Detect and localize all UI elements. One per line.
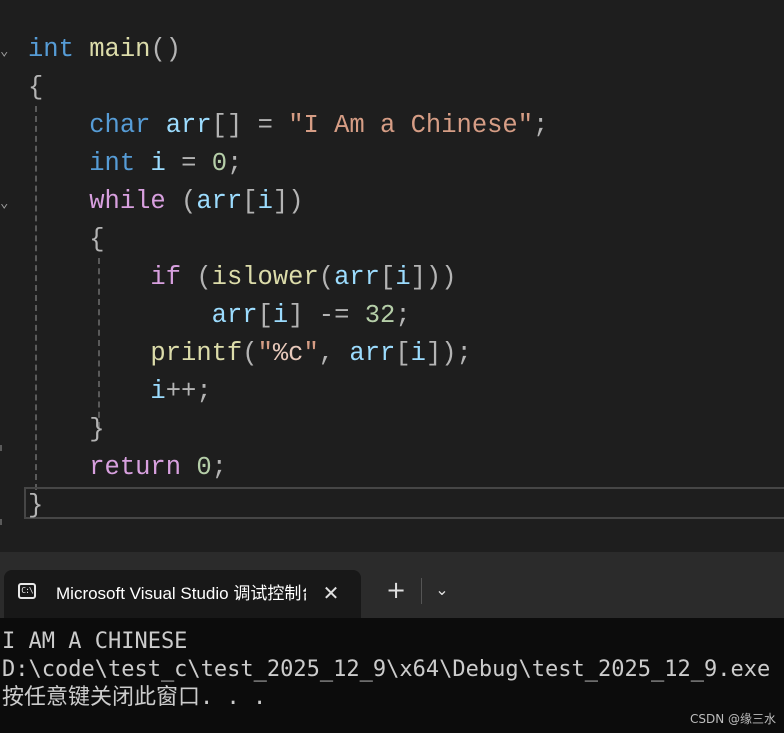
gutter-marker bbox=[0, 519, 2, 525]
code-token: = bbox=[165, 149, 212, 178]
code-line: { bbox=[28, 221, 105, 259]
code-token: () bbox=[150, 35, 182, 64]
code-token: return bbox=[89, 453, 182, 482]
console-output[interactable]: I AM A CHINESE D:\code\test_c\test_2025_… bbox=[0, 618, 784, 733]
code-token: [ bbox=[242, 187, 258, 216]
code-line: int i = 0; bbox=[28, 145, 242, 183]
code-token: arr bbox=[211, 301, 258, 330]
code-token: " bbox=[303, 339, 319, 368]
watermark: CSDN @缘三水 bbox=[689, 712, 776, 726]
code-line: printf("%c", arr[i]); bbox=[28, 335, 472, 373]
code-token: i bbox=[257, 187, 273, 216]
code-token: , bbox=[318, 339, 350, 368]
code-line: while (arr[i]) bbox=[28, 183, 304, 221]
code-token: "I Am a Chinese" bbox=[288, 111, 534, 140]
code-token: ( bbox=[181, 263, 212, 292]
tab-title: Microsoft Visual Studio 调试控制台 bbox=[56, 584, 306, 603]
code-token: ; bbox=[211, 453, 227, 482]
code-token: ; bbox=[533, 111, 549, 140]
code-token: i bbox=[150, 149, 166, 178]
code-token: printf bbox=[150, 339, 243, 368]
code-token: islower bbox=[211, 263, 319, 292]
code-line: char arr[] = "I Am a Chinese"; bbox=[28, 107, 548, 145]
code-line: if (islower(arr[i])) bbox=[28, 259, 457, 297]
code-token: ])) bbox=[410, 263, 457, 292]
code-token: if bbox=[150, 263, 182, 292]
code-token: [] = bbox=[211, 111, 289, 140]
code-token: i bbox=[150, 377, 166, 406]
code-line: } bbox=[28, 411, 105, 449]
code-token: char bbox=[89, 111, 151, 140]
code-token: ]) bbox=[272, 187, 304, 216]
code-token: [ bbox=[395, 339, 411, 368]
terminal-tabbar: C:\ Microsoft Visual Studio 调试控制台 ✕ + ⌄ bbox=[0, 552, 784, 618]
tab-divider bbox=[421, 578, 422, 604]
code-token: ( bbox=[165, 187, 197, 216]
fold-arrow-while[interactable]: ⌄ bbox=[0, 196, 8, 210]
code-token: arr bbox=[196, 187, 243, 216]
code-token: while bbox=[89, 187, 166, 216]
code-line: arr[i] -= 32; bbox=[28, 297, 411, 335]
press-key-prompt: 按任意键关闭此窗口. . . bbox=[2, 685, 267, 710]
code-token: arr bbox=[165, 111, 212, 140]
code-token: ( bbox=[318, 263, 335, 292]
terminal-tab[interactable]: C:\ Microsoft Visual Studio 调试控制台 ✕ bbox=[4, 570, 361, 618]
code-line: } bbox=[28, 487, 43, 525]
fold-arrow-main[interactable]: ⌄ bbox=[0, 44, 8, 58]
code-token: i bbox=[410, 339, 426, 368]
code-token: %c bbox=[272, 339, 304, 368]
code-token: ; bbox=[227, 149, 243, 178]
code-token: ( bbox=[242, 339, 258, 368]
code-token: ++; bbox=[165, 377, 212, 406]
close-icon[interactable]: ✕ bbox=[318, 580, 344, 606]
code-token: 0 bbox=[211, 149, 227, 178]
code-token: 32 bbox=[364, 301, 396, 330]
code-token: main bbox=[89, 35, 151, 64]
code-token: arr bbox=[334, 263, 380, 292]
code-line: int main() bbox=[28, 31, 181, 69]
code-line: i++; bbox=[28, 373, 212, 411]
code-line: { bbox=[28, 69, 43, 107]
code-token: i bbox=[395, 263, 411, 292]
code-token: } bbox=[28, 415, 105, 444]
terminal-icon: C:\ bbox=[18, 583, 36, 599]
code-token: { bbox=[28, 73, 44, 102]
code-token: " bbox=[257, 339, 273, 368]
code-editor[interactable]: ⌄ ⌄ int main(){ char arr[] = "I Am a Chi… bbox=[0, 0, 784, 552]
code-token: int bbox=[89, 149, 136, 178]
code-token: [ bbox=[380, 263, 396, 292]
exe-path-line: D:\code\test_c\test_2025_12_9\x64\Debug\… bbox=[2, 657, 771, 682]
code-token: } bbox=[28, 491, 44, 520]
gutter-marker bbox=[0, 445, 2, 451]
code-token: int bbox=[28, 35, 74, 64]
code-token: ; bbox=[395, 301, 411, 330]
code-token: ]); bbox=[425, 339, 472, 368]
code-token: [ bbox=[257, 301, 273, 330]
output-line: I AM A CHINESE bbox=[2, 629, 188, 654]
code-token: 0 bbox=[196, 453, 212, 482]
code-token: i bbox=[272, 301, 289, 330]
chevron-down-icon[interactable]: ⌄ bbox=[430, 576, 454, 604]
current-line-highlight bbox=[24, 487, 784, 519]
code-token: arr bbox=[349, 339, 396, 368]
code-line: return 0; bbox=[28, 449, 227, 487]
code-token: { bbox=[28, 225, 105, 254]
code-token: ] -= bbox=[288, 301, 365, 330]
new-tab-button[interactable]: + bbox=[382, 576, 410, 604]
